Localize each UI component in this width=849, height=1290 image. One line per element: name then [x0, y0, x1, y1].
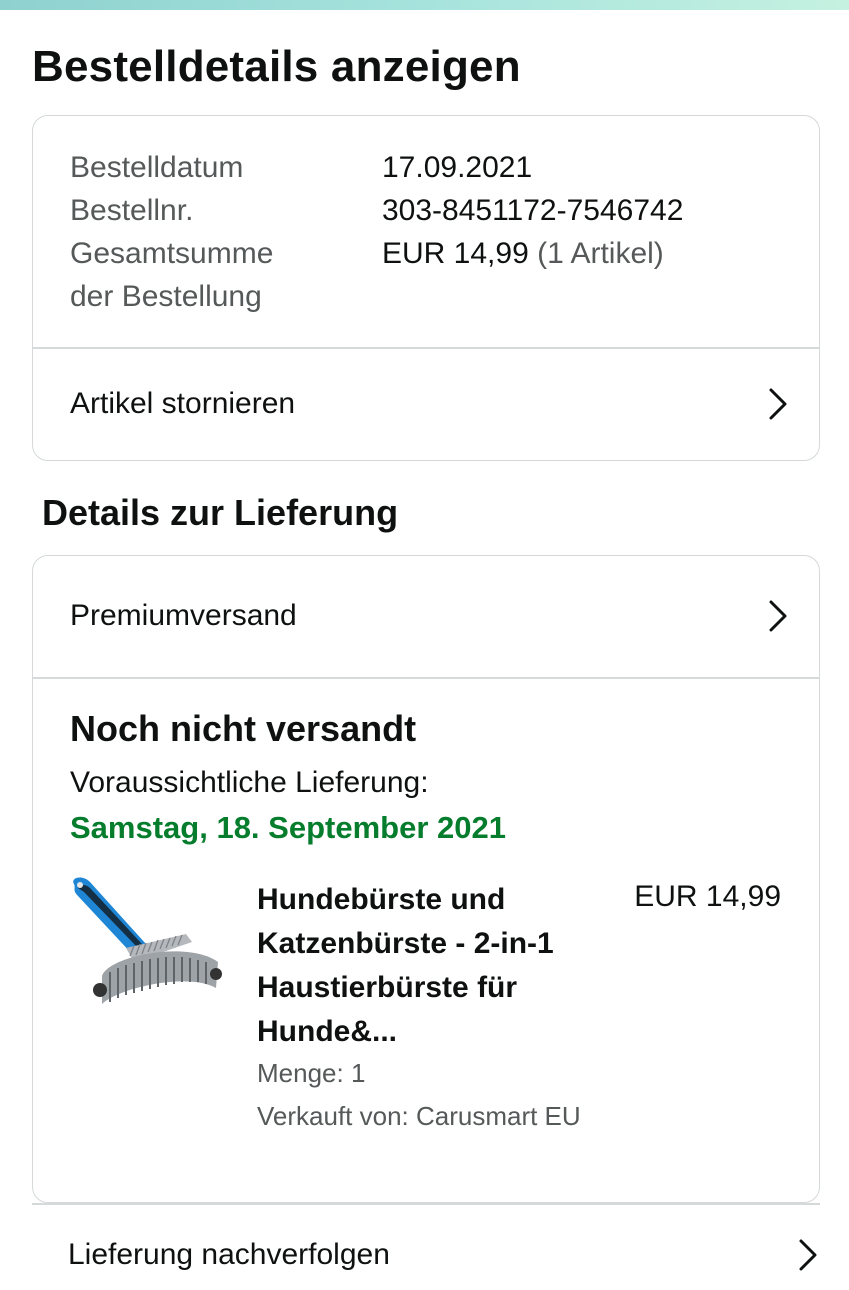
product-quantity: Menge: 1 — [257, 1058, 366, 1088]
shipping-method-label: Premiumversand — [70, 599, 297, 632]
divider — [33, 677, 819, 679]
page-title: Bestelldetails anzeigen — [32, 42, 521, 91]
order-number-label: Bestellnr. — [70, 194, 194, 227]
shipping-method-link[interactable]: Premiumversand — [33, 556, 819, 676]
product-title-line: Hundebürste und — [257, 883, 506, 916]
product-image[interactable] — [68, 876, 223, 1011]
product-title-line: Hunde&... — [257, 1015, 397, 1048]
delivery-card: Premiumversand Noch nicht versandt Vorau… — [32, 555, 820, 1203]
order-summary-card: Bestelldatum 17.09.2021 Bestellnr. 303-8… — [32, 115, 820, 461]
order-total-amount: EUR 14,99 — [382, 237, 529, 270]
divider — [32, 1203, 820, 1205]
order-total-label: Gesamtsumme der Bestellung — [70, 232, 330, 318]
cancel-items-link[interactable]: Artikel stornieren — [33, 348, 819, 460]
delivery-section-title: Details zur Lieferung — [42, 492, 399, 533]
order-total-label-line2: der Bestellung — [70, 280, 262, 313]
order-number-value: 303-8451172-7546742 — [382, 194, 684, 227]
product-title-line: Haustierbürste für — [257, 971, 518, 1004]
product-title-link[interactable]: Hundebürste und Katzenbürste - 2-in-1 Ha… — [257, 878, 597, 1054]
pet-grooming-brush-icon — [73, 877, 222, 1004]
order-total-value: EUR 14,99 (1 Artikel) — [382, 232, 664, 275]
product-title-line: Katzenbürste - 2-in-1 — [257, 927, 554, 960]
chevron-right-icon — [767, 599, 789, 633]
shipment-status: Noch nicht versandt — [70, 708, 417, 749]
expected-delivery-date: Samstag, 18. September 2021 — [70, 810, 506, 845]
cancel-items-label: Artikel stornieren — [70, 387, 296, 420]
product-price: EUR 14,99 — [634, 880, 781, 913]
track-delivery-label: Lieferung nachverfolgen — [68, 1238, 390, 1271]
order-date-value: 17.09.2021 — [382, 151, 533, 184]
chevron-right-icon — [767, 387, 789, 421]
order-date-label: Bestelldatum — [70, 151, 244, 184]
product-seller: Verkauft von: Carusmart EU — [257, 1101, 581, 1131]
chevron-right-icon — [797, 1238, 819, 1272]
order-total-label-line1: Gesamtsumme — [70, 237, 274, 270]
expected-delivery-label: Voraussichtliche Lieferung: — [70, 766, 429, 799]
order-item-count: (1 Artikel) — [537, 237, 664, 270]
top-accent-bar — [0, 0, 849, 10]
